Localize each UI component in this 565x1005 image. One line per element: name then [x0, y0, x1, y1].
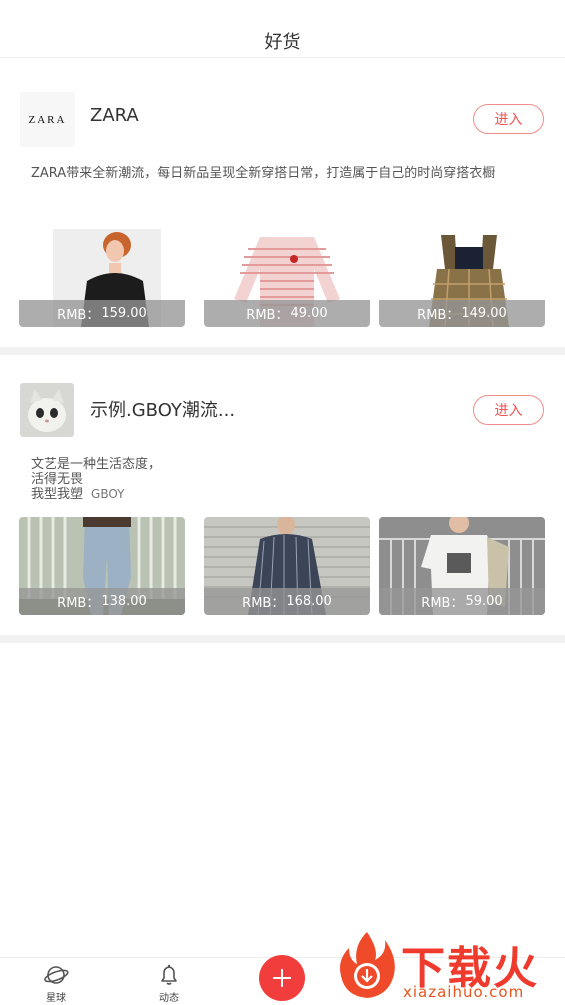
tab-label: 星球: [46, 993, 66, 1004]
enter-button[interactable]: 进入: [473, 104, 544, 134]
add-post-button[interactable]: [259, 955, 305, 1001]
product-card[interactable]: RMB： 159.00: [19, 229, 185, 327]
price-label: RMB： 138.00: [19, 588, 185, 615]
price-label: RMB： 159.00: [19, 300, 185, 327]
tab-planet[interactable]: 星球: [26, 962, 86, 1004]
watermark-url: xiazaihuo.com: [403, 983, 525, 1001]
shop-card-zara[interactable]: ZARA ZARA 进入 ZARA带来全新潮流，每日新品呈现全新穿搭日常，打造属…: [0, 62, 565, 347]
section-divider: [0, 347, 565, 355]
description-line: 文艺是一种生活态度，: [31, 457, 162, 472]
shop-logo: ZARA: [20, 92, 75, 147]
page-title: 好货: [264, 32, 301, 53]
logo-text: ZARA: [29, 114, 67, 126]
description-line: 活得无畏: [31, 472, 84, 487]
bell-icon: [139, 962, 199, 988]
plus-icon: [273, 969, 291, 987]
enter-button[interactable]: 进入: [473, 395, 544, 425]
shop-card-gboy[interactable]: 示例.GBOY潮流... 进入 文艺是一种生活态度， 活得无畏 我型我塑 GBOY…: [0, 355, 565, 635]
product-card[interactable]: RMB： 149.00: [379, 229, 545, 327]
tab-label: 动态: [159, 993, 179, 1004]
product-card[interactable]: RMB： 59.00: [379, 517, 545, 615]
tab-dynamic[interactable]: 动态: [139, 962, 199, 1004]
shop-logo: [20, 383, 74, 437]
price-label: RMB： 168.00: [204, 588, 370, 615]
flame-logo-icon: [340, 932, 395, 998]
shop-description: 文艺是一种生活态度， 活得无畏 我型我塑 GBOY: [31, 457, 161, 502]
product-card[interactable]: RMB： 168.00: [204, 517, 370, 615]
description-line: 我型我塑 GBOY: [31, 487, 125, 502]
price-label: RMB： 149.00: [379, 300, 545, 327]
shop-name: ZARA: [90, 105, 139, 126]
price-label: RMB： 49.00: [204, 300, 370, 327]
planet-icon: [26, 962, 86, 988]
top-bar: 好货: [0, 0, 565, 58]
product-card[interactable]: RMB： 138.00: [19, 517, 185, 615]
shop-tag: GBOY: [91, 487, 125, 501]
shop-description: ZARA带来全新潮流，每日新品呈现全新穿搭日常，打造属于自己的时尚穿搭衣橱: [31, 166, 496, 181]
product-card[interactable]: RMB： 49.00: [204, 229, 370, 327]
price-label: RMB： 59.00: [379, 588, 545, 615]
watermark: 下载火 xiazaihuo.com: [335, 930, 565, 1005]
shop-name: 示例.GBOY潮流...: [90, 400, 236, 421]
section-divider: [0, 635, 565, 643]
